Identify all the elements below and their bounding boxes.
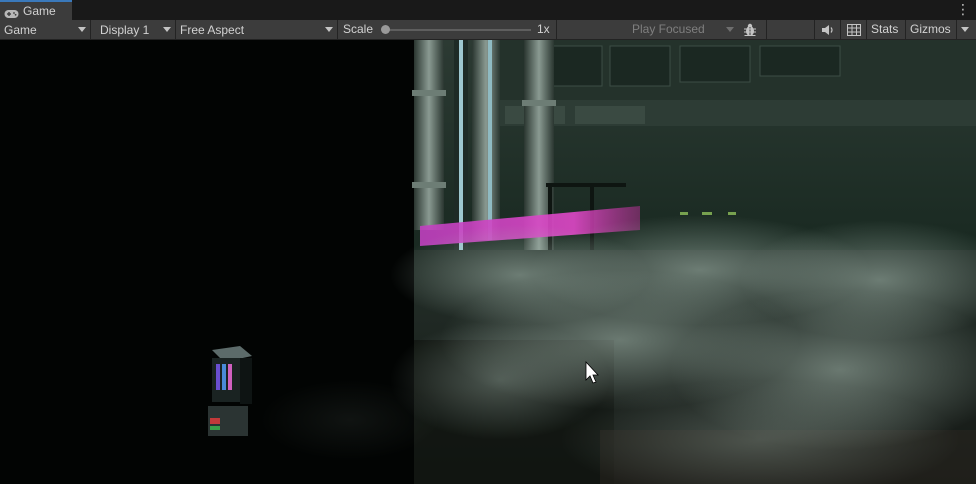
aspect-dropdown[interactable]: Free Aspect [176,20,338,39]
scale-slider-thumb[interactable] [381,25,390,34]
grid-icon[interactable] [846,22,862,37]
vending-machine-prop [208,346,252,436]
divider [814,20,815,39]
tab-game[interactable]: Game [0,0,72,20]
divider [556,20,557,39]
divider [905,20,906,39]
display-dropdown[interactable]: Display 1 [96,20,176,39]
audio-mute-icon[interactable] [820,22,836,37]
chevron-down-icon[interactable] [961,27,969,32]
divider [840,20,841,39]
game-viewport[interactable] [0,40,976,484]
divider [766,20,767,39]
chevron-down-icon [78,27,86,32]
view-mode-dropdown[interactable]: Game [0,20,91,39]
game-window: Game ⋮ Game Display 1 Free Aspect Scale … [0,0,976,484]
gizmos-button[interactable]: Gizmos [910,22,951,36]
game-scene [0,40,976,484]
divider [956,20,957,39]
view-mode-label: Game [4,22,37,37]
gamepad-icon [4,6,19,18]
divider [866,20,867,39]
stats-button[interactable]: Stats [871,22,898,36]
display-label: Display 1 [100,22,150,37]
chevron-down-icon [726,27,734,32]
chevron-down-icon [163,27,171,32]
aspect-label: Free Aspect [180,22,245,37]
scale-label: Scale [343,22,374,36]
game-toolbar: Game Display 1 Free Aspect Scale 1x Play… [0,20,976,40]
play-mode-dropdown[interactable]: Play Focused [632,22,705,36]
more-options-icon[interactable]: ⋮ [956,2,970,16]
scale-slider-track[interactable] [385,29,531,31]
bug-icon[interactable] [742,22,758,37]
chevron-down-icon [325,27,333,32]
scale-value: 1x [537,22,550,36]
tab-label: Game [23,4,56,18]
tab-strip: Game ⋮ [0,0,976,20]
